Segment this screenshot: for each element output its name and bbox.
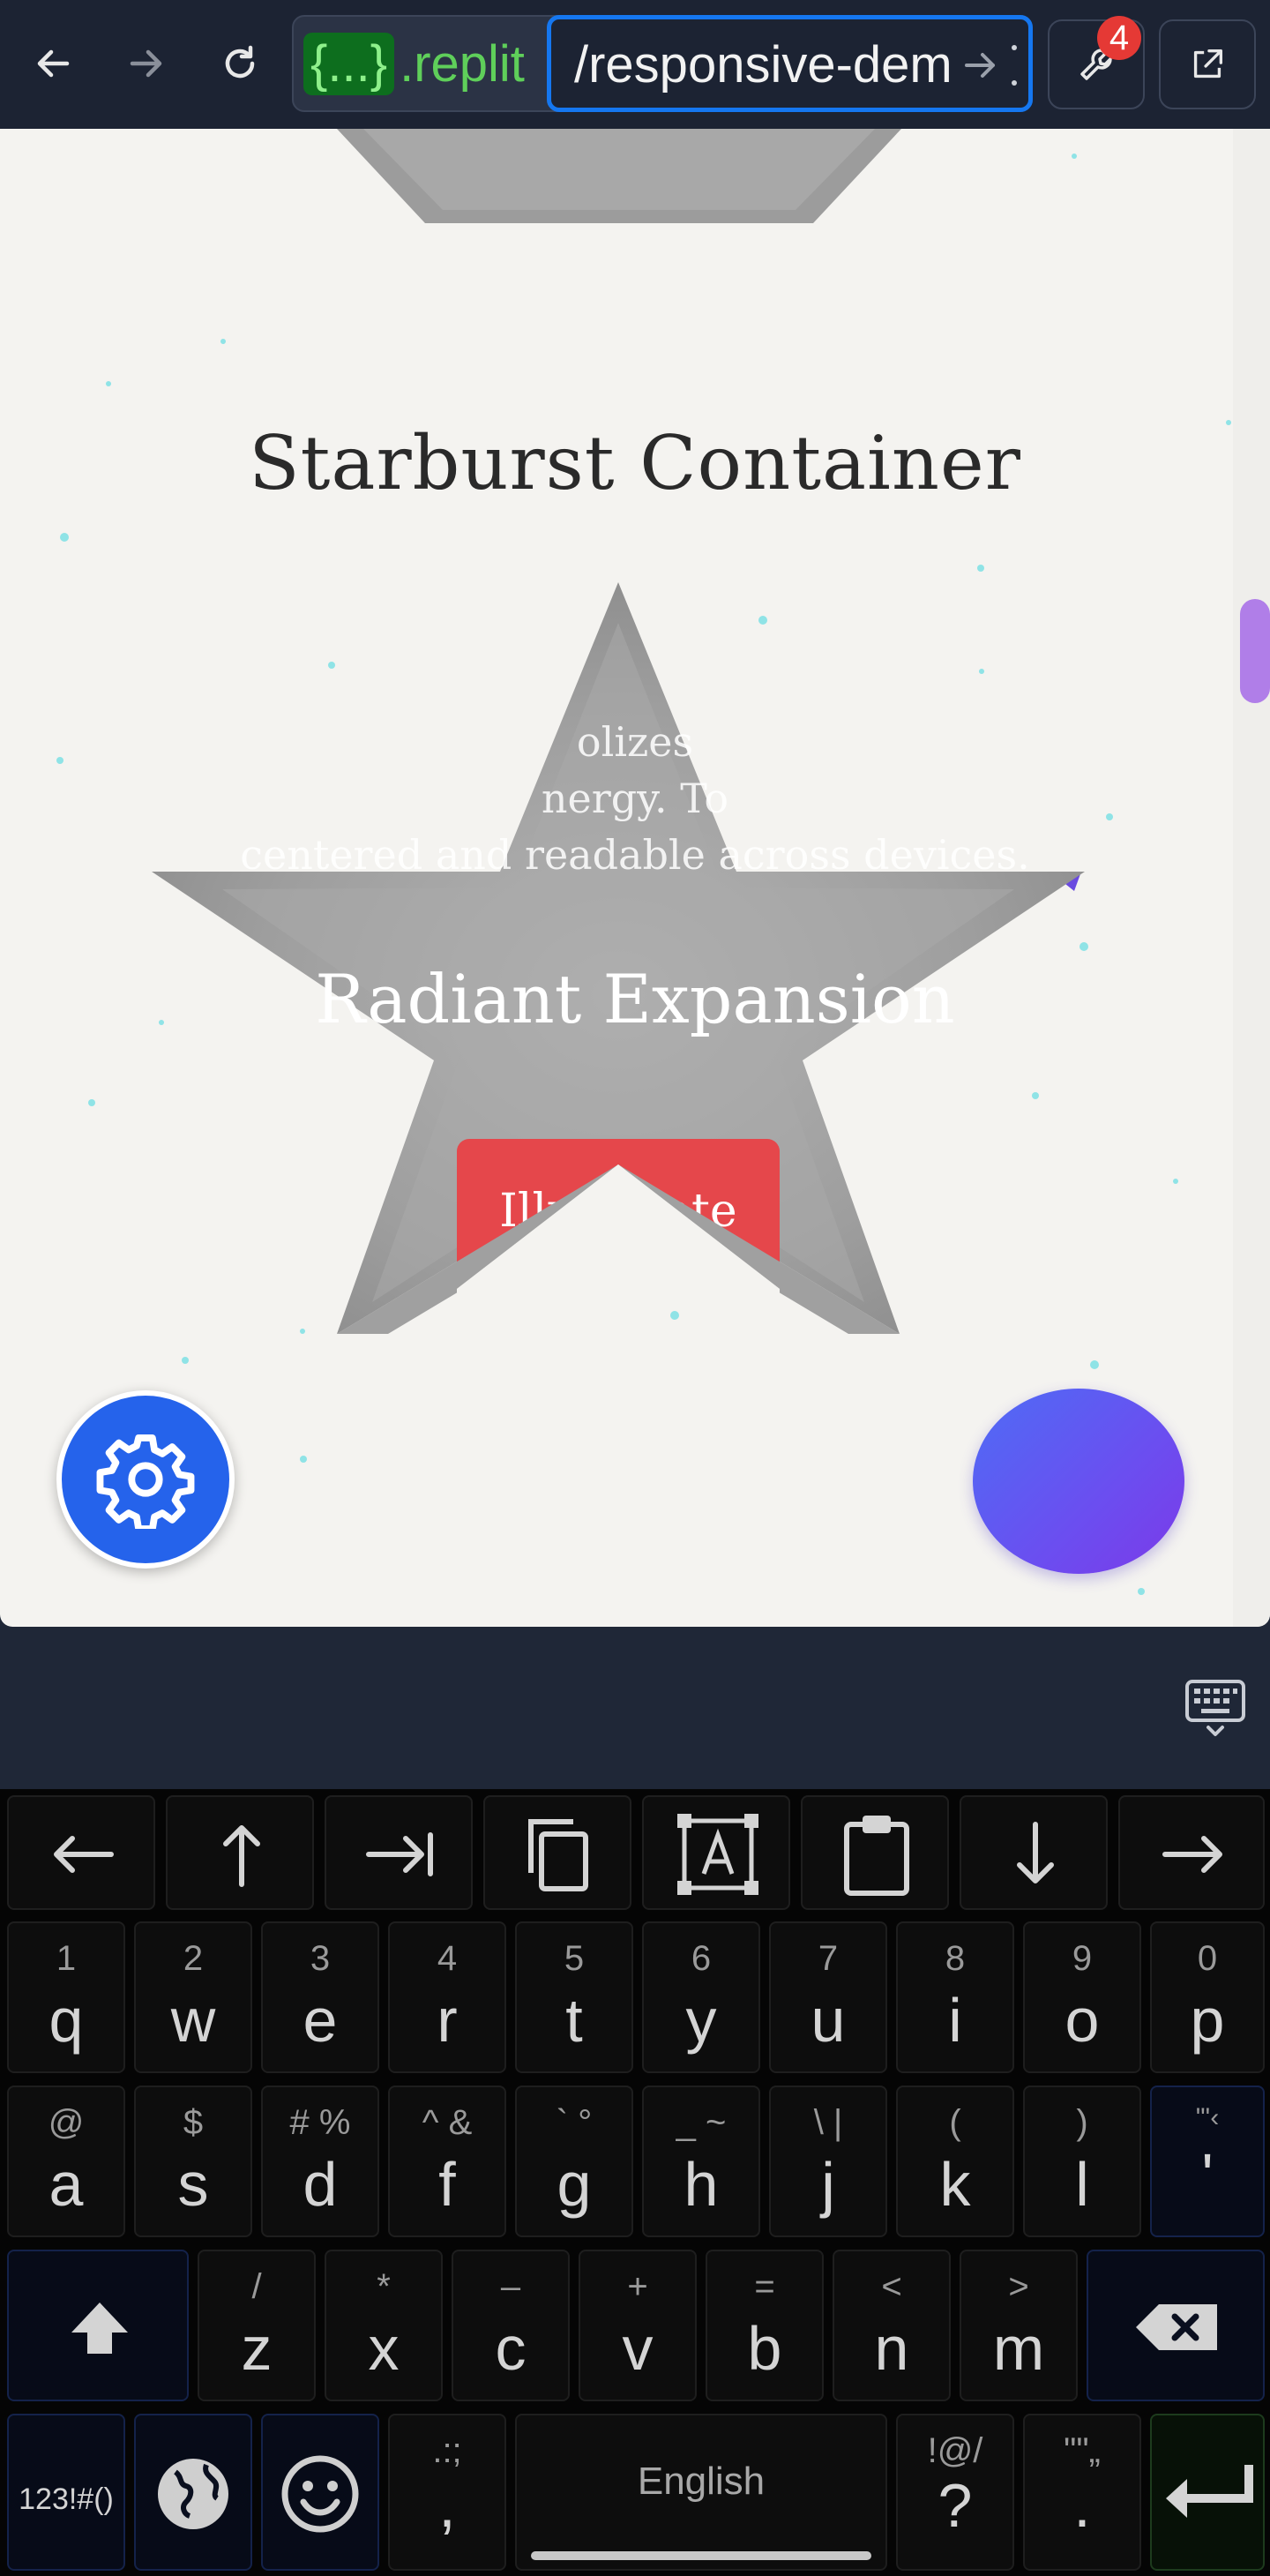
arrow-left-icon bbox=[37, 49, 70, 78]
key-arrow-down[interactable] bbox=[960, 1795, 1108, 1910]
key-space[interactable]: English bbox=[515, 2414, 887, 2571]
select-all-icon bbox=[677, 1814, 758, 1895]
key-select-all[interactable] bbox=[642, 1795, 790, 1910]
clipboard-icon bbox=[844, 1816, 909, 1896]
back-button[interactable] bbox=[21, 32, 85, 95]
url-path-field[interactable]: /responsive-dem bbox=[547, 15, 1033, 112]
key-q[interactable]: 1q bbox=[7, 1921, 125, 2073]
arrow-down-icon bbox=[1017, 1822, 1054, 1883]
key-n[interactable]: < n bbox=[833, 2250, 951, 2401]
key-symbols[interactable]: 123!#() bbox=[7, 2414, 125, 2571]
key-t[interactable]: 5t bbox=[515, 1921, 633, 2073]
illuminate-button[interactable]: Illuminate bbox=[457, 1139, 780, 1289]
arrow-right-icon bbox=[130, 49, 162, 78]
key-h[interactable]: _ ~ h bbox=[642, 2086, 760, 2237]
key-b[interactable]: = b bbox=[706, 2250, 824, 2401]
backspace-icon bbox=[1136, 2304, 1217, 2350]
more-dots-icon[interactable] bbox=[1011, 39, 1018, 92]
hide-keyboard-icon[interactable] bbox=[1184, 1676, 1247, 1740]
key-u[interactable]: 7u bbox=[769, 1921, 887, 2073]
forward-button[interactable] bbox=[115, 32, 178, 95]
key-comma[interactable]: .:;, bbox=[388, 2414, 506, 2571]
scrollbar-thumb[interactable] bbox=[1240, 599, 1270, 703]
key-l[interactable]: ) l bbox=[1023, 2086, 1141, 2237]
on-screen-keyboard: 1q 2w 3e 4r 5t 6y 7u 8i 9o 0p @ a $ s # % d… bbox=[0, 1789, 1270, 2576]
key-paste[interactable] bbox=[801, 1795, 949, 1910]
key-x[interactable]: * x bbox=[325, 2250, 443, 2401]
key-j[interactable]: \ | j bbox=[769, 2086, 887, 2237]
key-w[interactable]: 2w bbox=[134, 1921, 252, 2073]
key-f[interactable]: ^ & f bbox=[388, 2086, 506, 2237]
go-arrow-icon[interactable] bbox=[961, 39, 1002, 92]
key-tab[interactable] bbox=[325, 1795, 473, 1910]
copy-icon bbox=[528, 1819, 588, 1891]
key-o[interactable]: 9o bbox=[1023, 1921, 1141, 2073]
reload-icon bbox=[225, 45, 255, 79]
key-i[interactable]: 8i bbox=[896, 1921, 1014, 2073]
key-question[interactable]: !@/? bbox=[896, 2414, 1014, 2571]
key-period[interactable]: ""„. bbox=[1023, 2414, 1141, 2571]
shift-icon bbox=[71, 2303, 128, 2354]
key-s[interactable]: $ s bbox=[134, 2086, 252, 2237]
arrow-right-icon bbox=[1162, 1836, 1222, 1873]
external-link-icon bbox=[1193, 49, 1223, 79]
key-e[interactable]: 3e bbox=[261, 1921, 379, 2073]
key-z[interactable]: / z bbox=[198, 2250, 316, 2401]
url-host[interactable]: {...} .replit bbox=[303, 26, 525, 101]
starburst-paragraph-line-2: nergy. To bbox=[541, 775, 729, 822]
key-enter[interactable] bbox=[1150, 2414, 1265, 2571]
key-m[interactable]: > m bbox=[960, 2250, 1078, 2401]
key-k[interactable]: (k bbox=[896, 2086, 1014, 2237]
enter-icon bbox=[1166, 2465, 1253, 2518]
key-shift[interactable] bbox=[7, 2250, 189, 2401]
url-host-badge: {...} bbox=[303, 32, 395, 95]
key-backspace[interactable] bbox=[1087, 2250, 1265, 2401]
gradient-fab[interactable] bbox=[973, 1389, 1184, 1574]
space-bar-indicator bbox=[531, 2551, 871, 2560]
browser-toolbar: {...} .replit /responsive-dem 4 bbox=[0, 0, 1270, 129]
arrow-up-icon bbox=[223, 1825, 260, 1887]
key-d[interactable]: # % d bbox=[261, 2086, 379, 2237]
key-arrow-left[interactable] bbox=[7, 1795, 155, 1910]
open-external-button[interactable] bbox=[1159, 19, 1256, 109]
key-y[interactable]: 6y bbox=[642, 1921, 760, 2073]
page-viewport[interactable]: Starburst Container olizes nergy. To cen… bbox=[0, 129, 1270, 1627]
starburst-paragraph-line-1: olizes bbox=[576, 718, 694, 766]
globe-icon bbox=[158, 2459, 228, 2529]
illuminate-button-label: Illuminate bbox=[499, 1185, 737, 1238]
settings-fab[interactable] bbox=[56, 1390, 235, 1569]
starburst-paragraph-line-3: centered and readable across devices. bbox=[240, 831, 1030, 879]
tab-icon bbox=[366, 1832, 433, 1876]
key-language[interactable] bbox=[134, 2414, 252, 2571]
emoji-icon bbox=[281, 2455, 359, 2533]
key-emoji[interactable] bbox=[261, 2414, 379, 2571]
reload-button[interactable] bbox=[208, 32, 272, 95]
key-g[interactable]: ` ° g bbox=[515, 2086, 633, 2237]
key-v[interactable]: + v bbox=[579, 2250, 697, 2401]
arrow-left-icon bbox=[54, 1836, 114, 1873]
notification-badge: 4 bbox=[1097, 16, 1141, 60]
key-copy[interactable] bbox=[483, 1795, 631, 1910]
key-arrow-up[interactable] bbox=[166, 1795, 314, 1910]
key-apostrophe[interactable]: "'‹ ' bbox=[1150, 2086, 1265, 2237]
keyboard-header-bar bbox=[0, 1627, 1270, 1789]
key-c[interactable]: – c bbox=[452, 2250, 570, 2401]
key-p[interactable]: 0p bbox=[1150, 1921, 1265, 2073]
key-a[interactable]: @ a bbox=[7, 2086, 125, 2237]
url-path-text: /responsive-dem bbox=[574, 36, 952, 94]
gear-icon bbox=[96, 1434, 195, 1529]
key-r[interactable]: 4r bbox=[388, 1921, 506, 2073]
key-arrow-right[interactable] bbox=[1118, 1795, 1265, 1910]
starburst-heading: Radiant Expansion bbox=[315, 960, 955, 1038]
url-host-text: .replit bbox=[400, 34, 525, 93]
